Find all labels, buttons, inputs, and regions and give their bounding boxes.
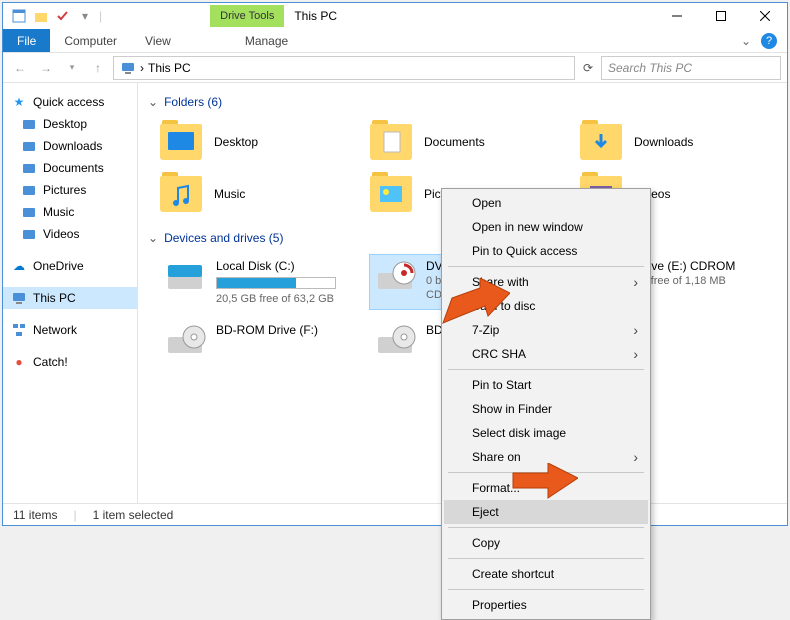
status-count: 11 items xyxy=(13,508,57,522)
cloud-icon: ☁ xyxy=(11,258,27,274)
sidebar-item-desktop[interactable]: Desktop xyxy=(3,113,137,135)
search-input[interactable]: Search This PC xyxy=(601,56,781,80)
menu-item-pin-to-quick-access[interactable]: Pin to Quick access xyxy=(444,239,648,263)
addressbar: ← → ▾ ↑ › This PC ⟳ Search This PC xyxy=(3,53,787,83)
drive-icon xyxy=(164,323,206,359)
breadcrumb-item[interactable]: This PC xyxy=(148,61,191,75)
tab-view[interactable]: View xyxy=(131,29,185,52)
sidebar-item-catch[interactable]: ●Catch! xyxy=(3,351,137,373)
sidebar-item-network[interactable]: Network xyxy=(3,319,137,341)
folder-icon xyxy=(160,176,202,212)
sidebar-item-downloads[interactable]: Downloads xyxy=(3,135,137,157)
drive-item[interactable]: BD-ROM Drive (F:) xyxy=(160,319,350,363)
folder-downloads[interactable]: Downloads xyxy=(580,119,770,165)
tab-drive-tools[interactable]: Drive Tools xyxy=(210,5,284,27)
help-icon[interactable]: ? xyxy=(761,33,777,49)
check-icon[interactable] xyxy=(55,8,71,24)
menu-item-show-in-finder[interactable]: Show in Finder xyxy=(444,397,648,421)
this-pc-icon xyxy=(120,60,136,76)
folder-icon xyxy=(21,138,37,154)
folder-music[interactable]: Music xyxy=(160,171,350,217)
pc-icon xyxy=(11,290,27,306)
sidebar-item-videos[interactable]: Videos xyxy=(3,223,137,245)
status-selected: 1 item selected xyxy=(93,508,174,522)
window-controls xyxy=(655,3,787,29)
folder-icon xyxy=(370,124,412,160)
star-icon: ★ xyxy=(11,94,27,110)
chevron-down-icon: ⌄ xyxy=(148,95,158,109)
forward-button[interactable]: → xyxy=(35,57,57,79)
close-button[interactable] xyxy=(743,3,787,29)
up-button[interactable]: ↑ xyxy=(87,57,109,79)
menu-item-open[interactable]: Open xyxy=(444,191,648,215)
maximize-button[interactable] xyxy=(699,3,743,29)
quick-access-toolbar: ▾ | xyxy=(3,8,110,24)
storage-bar xyxy=(216,277,336,289)
menu-separator xyxy=(448,558,644,559)
group-folders-header[interactable]: ⌄Folders (6) xyxy=(148,95,777,109)
folder-icon xyxy=(580,124,622,160)
folder-desktop[interactable]: Desktop xyxy=(160,119,350,165)
drive-icon xyxy=(374,323,416,359)
folder-icon xyxy=(370,176,412,212)
menu-separator xyxy=(448,266,644,267)
breadcrumb[interactable]: › This PC xyxy=(113,56,575,80)
annotation-arrow-1 xyxy=(440,278,510,338)
minimize-button[interactable] xyxy=(655,3,699,29)
tab-file[interactable]: File xyxy=(3,29,50,52)
folder-icon xyxy=(21,204,37,220)
breadcrumb-chevron[interactable]: › xyxy=(140,61,144,75)
tab-computer[interactable]: Computer xyxy=(50,29,131,52)
back-button[interactable]: ← xyxy=(9,57,31,79)
drive-item[interactable]: Local Disk (C:)20,5 GB free of 63,2 GB xyxy=(160,255,350,309)
context-menu: OpenOpen in new windowPin to Quick acces… xyxy=(441,188,651,620)
titlebar: ▾ | Drive Tools This PC xyxy=(3,3,787,29)
folder-documents[interactable]: Documents xyxy=(370,119,560,165)
drive-icon xyxy=(164,259,206,295)
explorer-window: ▾ | Drive Tools This PC File Computer Vi… xyxy=(2,2,788,526)
refresh-icon[interactable]: ⟳ xyxy=(579,61,597,75)
statusbar: 11 items | 1 item selected xyxy=(3,503,787,525)
catch-icon: ● xyxy=(11,354,27,370)
qat-dropdown-icon[interactable]: ▾ xyxy=(77,8,93,24)
network-icon xyxy=(11,322,27,338)
menu-item-copy[interactable]: Copy xyxy=(444,531,648,555)
ribbon-expand-icon[interactable]: ⌄ xyxy=(741,34,751,48)
chevron-down-icon: ⌄ xyxy=(148,231,158,245)
menu-item-eject[interactable]: Eject xyxy=(444,500,648,524)
sidebar-item-onedrive[interactable]: ☁OneDrive xyxy=(3,255,137,277)
drive-icon xyxy=(374,259,416,295)
menu-separator xyxy=(448,369,644,370)
sidebar: ★Quick access DesktopDownloadsDocumentsP… xyxy=(3,83,138,503)
folder-icon xyxy=(21,226,37,242)
window-title: This PC xyxy=(294,9,337,23)
menu-item-select-disk-image[interactable]: Select disk image xyxy=(444,421,648,445)
sidebar-item-quick-access[interactable]: ★Quick access xyxy=(3,91,137,113)
folder-icon xyxy=(21,116,37,132)
menu-item-pin-to-start[interactable]: Pin to Start xyxy=(444,373,648,397)
annotation-arrow-2 xyxy=(508,463,578,503)
menu-item-crc-sha[interactable]: CRC SHA xyxy=(444,342,648,366)
menu-separator xyxy=(448,589,644,590)
sidebar-item-music[interactable]: Music xyxy=(3,201,137,223)
sidebar-item-documents[interactable]: Documents xyxy=(3,157,137,179)
folder-icon xyxy=(21,182,37,198)
sidebar-item-pictures[interactable]: Pictures xyxy=(3,179,137,201)
tab-manage[interactable]: Manage xyxy=(231,29,302,52)
properties-icon[interactable] xyxy=(11,8,27,24)
folder-icon xyxy=(21,160,37,176)
menu-item-open-in-new-window[interactable]: Open in new window xyxy=(444,215,648,239)
menu-item-properties[interactable]: Properties xyxy=(444,593,648,617)
new-folder-icon[interactable] xyxy=(33,8,49,24)
ribbon-tabs: File Computer View Manage ⌄ ? xyxy=(3,29,787,53)
folder-icon xyxy=(160,124,202,160)
menu-item-create-shortcut[interactable]: Create shortcut xyxy=(444,562,648,586)
sidebar-item-this-pc[interactable]: This PC xyxy=(3,287,137,309)
recent-dropdown-icon[interactable]: ▾ xyxy=(61,57,83,79)
